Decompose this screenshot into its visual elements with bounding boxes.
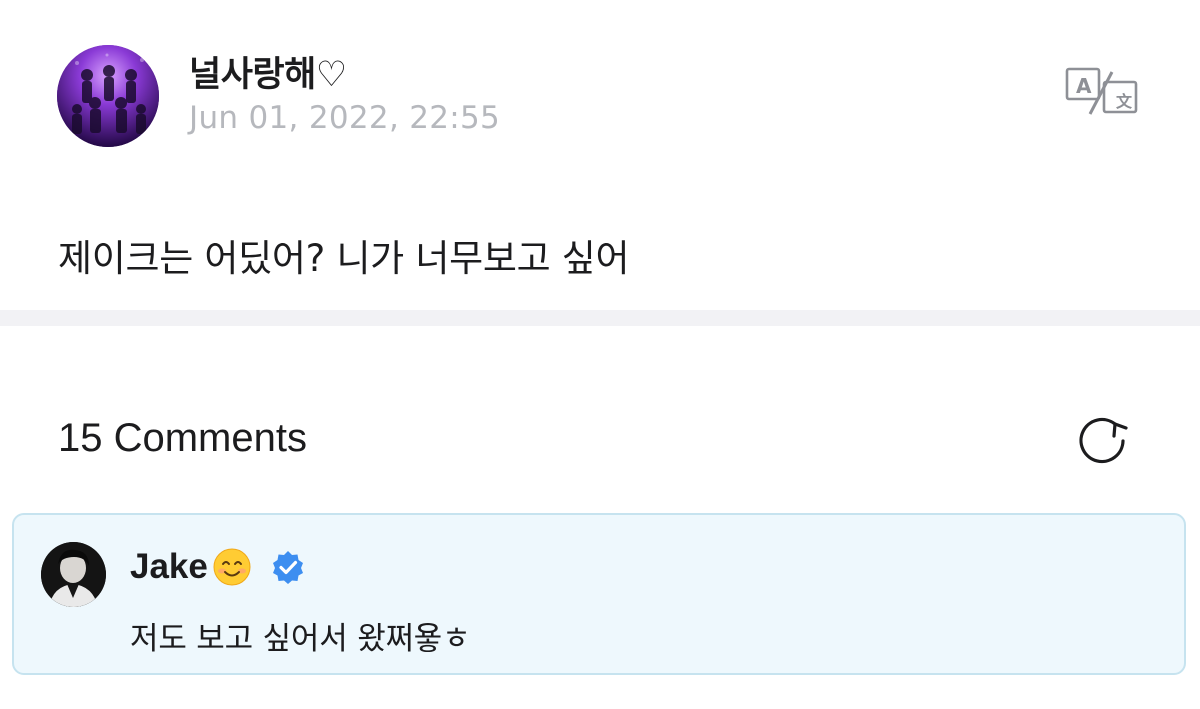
refresh-icon [1079, 417, 1128, 464]
svg-text:文: 文 [1116, 92, 1133, 111]
svg-text:A: A [1076, 74, 1092, 98]
smiling-face-emoji-icon [213, 548, 251, 586]
avatar-photo [57, 45, 159, 147]
verified-badge-icon [272, 551, 303, 584]
post-timestamp: Jun 01, 2022, 22:55 [189, 100, 501, 136]
comment-text: 저도 보고 싶어서 왔쩌욯ㅎ [130, 621, 471, 657]
post-body-text: 제이크는 어딨어? 니가 너무보고 싶어 [58, 237, 630, 280]
post-author-name[interactable]: 널사랑해♡ [189, 46, 347, 97]
comment-author-avatar[interactable] [41, 542, 106, 607]
refresh-comments-button[interactable] [1071, 410, 1133, 472]
comment-item[interactable]: Jake 저도 보고 싶어서 왔쩌욯ㅎ [12, 513, 1186, 675]
comment-author-row: Jake [130, 543, 306, 591]
post-author-avatar[interactable] [57, 45, 159, 147]
comments-count-title: 15 Comments [58, 416, 307, 460]
comment-author-name[interactable]: Jake [130, 547, 208, 587]
translate-icon: A 文 [1065, 67, 1138, 115]
section-divider [0, 310, 1200, 326]
translate-button[interactable]: A 文 [1064, 66, 1140, 118]
comments-header: 15 Comments [0, 326, 1200, 506]
avatar-photo [41, 542, 106, 607]
post: 널사랑해♡ Jun 01, 2022, 22:55 A 文 제이크는 어딨어? … [0, 0, 1200, 310]
